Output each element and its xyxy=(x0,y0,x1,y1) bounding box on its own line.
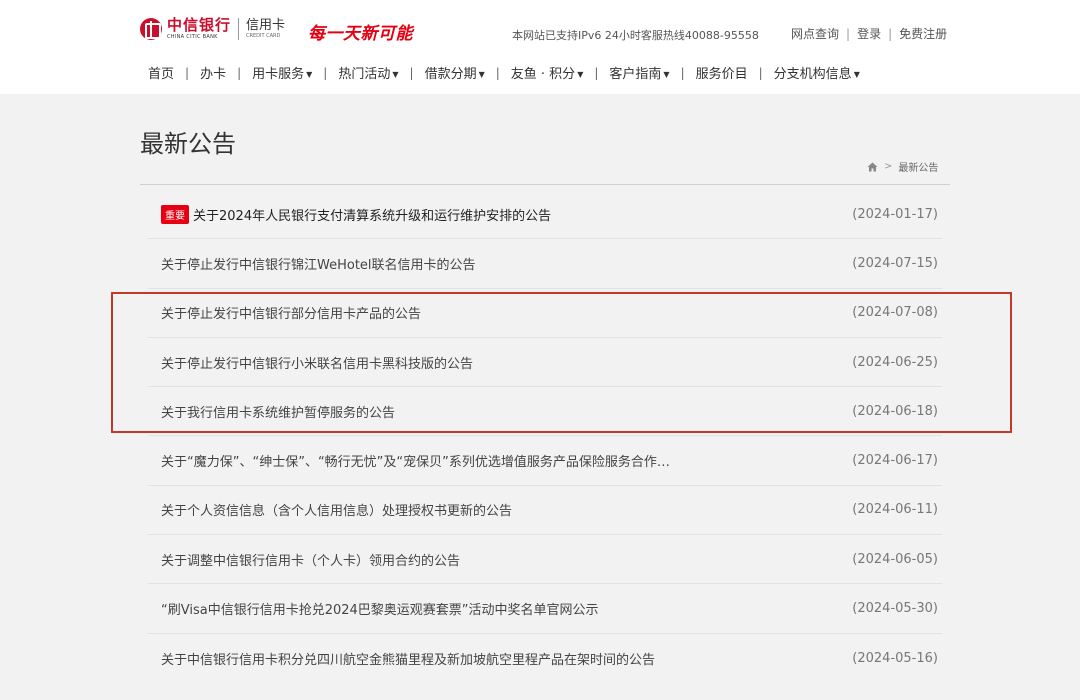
announcement-row[interactable]: 关于调整中信银行信用卡（个人卡）领用合约的公告 (2024-06-05) xyxy=(148,535,942,585)
branch-search-link[interactable]: 网点查询 xyxy=(791,25,839,42)
announcement-row[interactable]: 关于个人资信信息（含个人信用信息）处理授权书更新的公告 (2024-06-11) xyxy=(148,486,942,536)
announcement-date: (2024-06-18) xyxy=(852,403,938,419)
announcement-date: (2024-05-16) xyxy=(852,650,938,666)
important-badge: 重要 xyxy=(161,204,189,224)
announcement-date: (2024-07-08) xyxy=(852,305,938,321)
logo-card-cn-text: 信用卡 xyxy=(246,18,286,33)
logo-cn-text: 中信银行 xyxy=(167,16,232,34)
breadcrumb: > 最新公告 xyxy=(867,159,938,174)
nav-item-pricing[interactable]: 服务价目 xyxy=(696,63,748,82)
announcement-title[interactable]: 关于调整中信银行信用卡（个人卡）领用合约的公告 xyxy=(161,550,460,569)
main-nav: 首页 | 办卡 | 用卡服务 ▼ | 热门活动 ▼ | 借款分期 ▼ | 友鱼 · 积… xyxy=(148,63,860,83)
slogan: 每一天新可能 xyxy=(308,24,413,44)
nav-item-home[interactable]: 首页 xyxy=(148,63,174,82)
announcement-date: (2024-07-15) xyxy=(852,255,938,271)
announcement-row[interactable]: 关于我行信用卡系统维护暂停服务的公告 (2024-06-18) xyxy=(148,387,942,437)
announcement-title[interactable]: 关于中信银行信用卡积分兑四川航空金熊猫里程及新加坡航空里程产品在架时间的公告 xyxy=(161,649,655,668)
announcement-list: 重要 关于2024年人民银行支付清算系统升级和运行维护安排的公告 (2024-0… xyxy=(148,190,942,683)
nav-separator: | xyxy=(185,65,190,80)
breadcrumb-arrow-icon: > xyxy=(884,161,893,172)
caret-down-icon: ▼ xyxy=(392,70,399,79)
announcement-row[interactable]: 关于停止发行中信银行部分信用卡产品的公告 (2024-07-08) xyxy=(148,289,942,338)
nav-separator: | xyxy=(409,65,414,80)
site-header: 中信银行 CHINA CITIC BANK 信用卡 CREDIT CARD 每一… xyxy=(0,0,1080,94)
nav-item-loans[interactable]: 借款分期 ▼ xyxy=(425,63,485,82)
announcement-date: (2024-06-11) xyxy=(852,502,938,518)
announcement-title[interactable]: 关于停止发行中信银行小米联名信用卡黑科技版的公告 xyxy=(161,353,473,372)
nav-separator: | xyxy=(495,65,500,80)
login-link[interactable]: 登录 xyxy=(857,25,881,42)
link-separator: | xyxy=(846,26,851,41)
home-icon[interactable] xyxy=(867,162,878,172)
nav-item-apply-card[interactable]: 办卡 xyxy=(200,63,226,82)
announcement-title[interactable]: 关于我行信用卡系统维护暂停服务的公告 xyxy=(161,402,395,421)
top-links: 网点查询 | 登录 | 免费注册 xyxy=(791,25,947,42)
caret-down-icon: ▼ xyxy=(853,70,860,79)
announcement-title[interactable]: “刷Visa中信银行信用卡抢兑2024巴黎奥运观赛套票”活动中奖名单官网公示 xyxy=(161,599,599,618)
announcement-row[interactable]: “刷Visa中信银行信用卡抢兑2024巴黎奥运观赛套票”活动中奖名单官网公示 (… xyxy=(148,584,942,634)
hotline-text: 本网站已支持IPv6 24小时客服热线40088-95558 xyxy=(512,29,759,42)
nav-item-customer-guide[interactable]: 客户指南 ▼ xyxy=(609,63,669,82)
nav-item-points[interactable]: 友鱼 · 积分 ▼ xyxy=(511,63,584,82)
register-link[interactable]: 免费注册 xyxy=(899,25,947,42)
citic-logo-icon xyxy=(140,18,162,40)
caret-down-icon: ▼ xyxy=(478,70,485,79)
announcement-title[interactable]: 关于“魔力保”、“绅士保”、“畅行无忧”及“宠保贝”系列优选增值服务产品保险服务… xyxy=(161,451,670,470)
announcement-title[interactable]: 关于个人资信信息（含个人信用信息）处理授权书更新的公告 xyxy=(161,500,512,519)
link-separator: | xyxy=(888,26,893,41)
breadcrumb-current: 最新公告 xyxy=(898,163,939,174)
announcement-title[interactable]: 关于2024年人民银行支付清算系统升级和运行维护安排的公告 xyxy=(193,205,551,224)
nav-separator: | xyxy=(323,65,328,80)
nav-item-card-services[interactable]: 用卡服务 ▼ xyxy=(252,63,312,82)
bank-logo[interactable]: 中信银行 CHINA CITIC BANK 信用卡 CREDIT CARD xyxy=(140,18,285,40)
logo-divider xyxy=(238,18,240,40)
announcement-title[interactable]: 关于停止发行中信银行部分信用卡产品的公告 xyxy=(161,303,421,322)
page-title: 最新公告 xyxy=(140,130,236,158)
announcement-date: (2024-05-30) xyxy=(852,601,938,617)
logo-card-en-text: CREDIT CARD xyxy=(246,33,281,39)
announcement-date: (2024-06-05) xyxy=(852,551,938,567)
caret-down-icon: ▼ xyxy=(663,70,670,79)
announcement-row[interactable]: 关于中信银行信用卡积分兑四川航空金熊猫里程及新加坡航空里程产品在架时间的公告 (… xyxy=(148,634,942,683)
caret-down-icon: ▼ xyxy=(577,70,584,79)
nav-separator: | xyxy=(758,65,763,80)
nav-separator: | xyxy=(680,65,685,80)
nav-item-hot-activities[interactable]: 热门活动 ▼ xyxy=(338,63,398,82)
announcement-row[interactable]: 关于“魔力保”、“绅士保”、“畅行无忧”及“宠保贝”系列优选增值服务产品保险服务… xyxy=(148,436,942,486)
nav-separator: | xyxy=(594,65,599,80)
announcement-title[interactable]: 关于停止发行中信银行锦江WeHotel联名信用卡的公告 xyxy=(161,254,476,273)
announcement-date: (2024-01-17) xyxy=(852,206,938,222)
nav-separator: | xyxy=(237,65,242,80)
announcement-date: (2024-06-25) xyxy=(852,354,938,370)
announcement-date: (2024-06-17) xyxy=(852,453,938,469)
announcement-row[interactable]: 重要 关于2024年人民银行支付清算系统升级和运行维护安排的公告 (2024-0… xyxy=(148,190,942,240)
announcement-row[interactable]: 关于停止发行中信银行锦江WeHotel联名信用卡的公告 (2024-07-15) xyxy=(148,239,942,289)
caret-down-icon: ▼ xyxy=(306,70,313,79)
title-divider xyxy=(140,184,950,185)
nav-item-branches[interactable]: 分支机构信息 ▼ xyxy=(774,63,860,82)
logo-en-text: CHINA CITIC BANK xyxy=(167,34,218,40)
announcement-row[interactable]: 关于停止发行中信银行小米联名信用卡黑科技版的公告 (2024-06-25) xyxy=(148,338,942,388)
